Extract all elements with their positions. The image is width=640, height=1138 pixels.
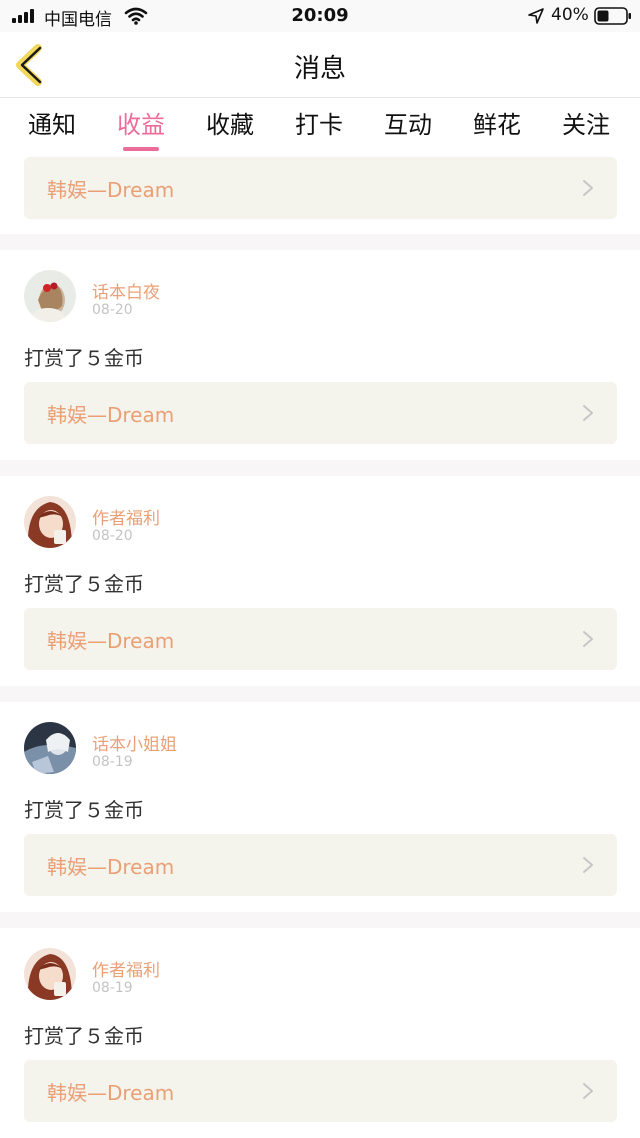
message-item: 话本白夜 08-20 打赏了５金币 韩娱—Dream (0, 250, 640, 460)
work-title: 韩娱—Dream (47, 629, 175, 653)
location-arrow-icon (528, 8, 544, 24)
chevron-right-icon (583, 405, 593, 421)
work-title: 韩娱—Dream (47, 1081, 175, 1105)
tab-interactions[interactable]: 互动 (368, 105, 448, 140)
sender-name[interactable]: 作者福利 (92, 504, 160, 529)
work-link-card[interactable]: 韩娱—Dream (24, 834, 617, 896)
clock: 20:09 (291, 5, 349, 26)
avatar[interactable] (24, 496, 76, 548)
message-date: 08-20 (92, 302, 133, 318)
message-text: 打赏了５金币 (24, 572, 144, 596)
work-link-card[interactable]: 韩娱—Dream (24, 608, 617, 670)
message-text: 打赏了５金币 (24, 798, 144, 822)
avatar[interactable] (24, 948, 76, 1000)
section-divider (0, 234, 640, 250)
chevron-right-icon (583, 631, 593, 647)
chevron-right-icon (583, 180, 593, 196)
sender-name[interactable]: 话本白夜 (92, 278, 160, 303)
work-title: 韩娱—Dream (47, 178, 175, 202)
message-text: 打赏了５金币 (24, 346, 144, 370)
section-divider (0, 460, 640, 476)
tab-earnings[interactable]: 收益 (101, 105, 181, 151)
sender-name[interactable]: 作者福利 (92, 956, 160, 981)
chevron-right-icon (583, 1083, 593, 1099)
tab-bar: 通知 收益 收藏 打卡 互动 鲜花 关注 (0, 99, 640, 151)
tab-earnings-label: 收益 (117, 111, 165, 139)
battery-icon (594, 7, 631, 25)
avatar[interactable] (24, 722, 76, 774)
section-divider (0, 912, 640, 928)
message-text: 打赏了５金币 (24, 1024, 144, 1048)
avatar[interactable] (24, 270, 76, 322)
messages-page: 中国电信 20:09 40% 消息 通知 收益 收藏 打卡 互动 鲜花 关注 韩… (0, 0, 640, 1138)
message-date: 08-19 (92, 754, 133, 770)
sender-name[interactable]: 话本小姐姐 (92, 730, 177, 755)
battery-percentage: 40% (551, 5, 589, 25)
work-link-card[interactable]: 韩娱—Dream (24, 382, 617, 444)
work-title: 韩娱—Dream (47, 403, 175, 427)
work-link-card[interactable]: 韩娱—Dream (24, 1060, 617, 1122)
chevron-right-icon (583, 857, 593, 873)
message-date: 08-20 (92, 528, 133, 544)
message-item: 作者福利 08-19 打赏了５金币 韩娱—Dream (0, 928, 640, 1138)
message-date: 08-19 (92, 980, 133, 996)
tab-notifications[interactable]: 通知 (12, 105, 92, 140)
page-title: 消息 (293, 54, 346, 84)
work-link-card[interactable]: 韩娱—Dream (24, 157, 617, 219)
tab-following[interactable]: 关注 (546, 105, 626, 140)
status-bar: 中国电信 20:09 40% (0, 0, 640, 32)
message-item: 话本小姐姐 08-19 打赏了５金币 韩娱—Dream (0, 702, 640, 912)
section-divider (0, 686, 640, 702)
active-tab-indicator (123, 147, 159, 151)
tab-favorites[interactable]: 收藏 (190, 105, 270, 140)
tab-checkin[interactable]: 打卡 (279, 105, 359, 140)
work-title: 韩娱—Dream (47, 855, 175, 879)
message-item: 作者福利 08-20 打赏了５金币 韩娱—Dream (0, 476, 640, 686)
nav-bar: 消息 (0, 32, 640, 98)
tab-flowers[interactable]: 鲜花 (457, 105, 537, 140)
